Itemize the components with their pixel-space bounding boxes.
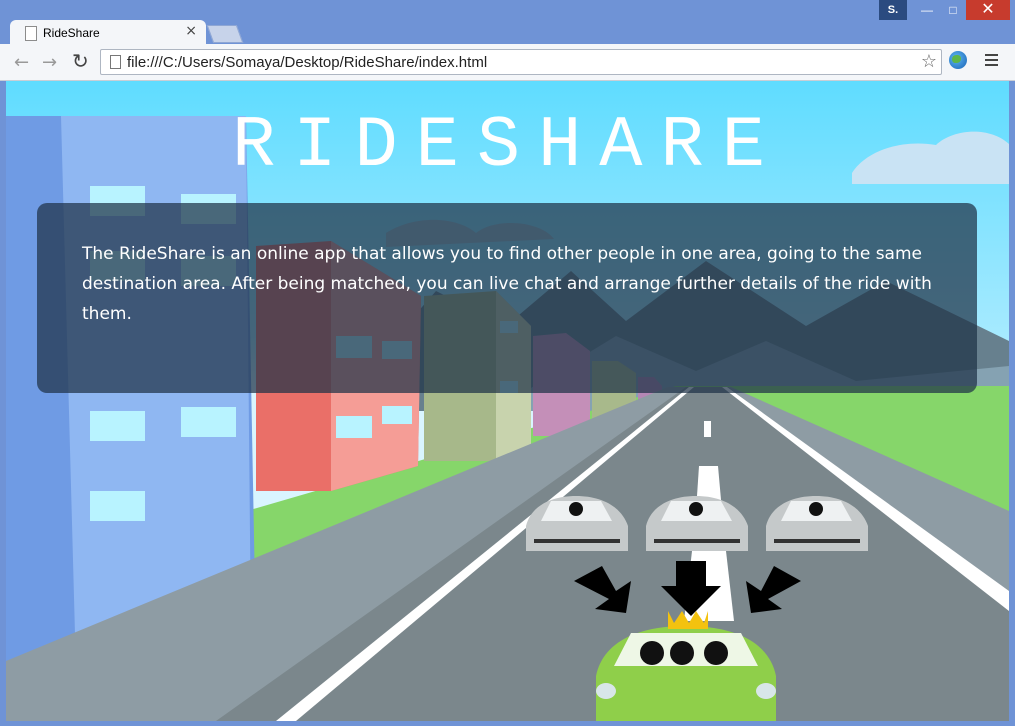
- minimize-icon[interactable]: —: [914, 0, 940, 20]
- building-window: [90, 491, 145, 521]
- building-window: [181, 407, 236, 437]
- building-window: [336, 416, 372, 438]
- star-icon[interactable]: ☆: [921, 51, 937, 72]
- building-window: [90, 411, 145, 441]
- description-text: The RideShare is an online app that allo…: [82, 244, 932, 324]
- description-panel: The RideShare is an online app that allo…: [37, 203, 977, 393]
- address-bar[interactable]: file:///C:/Users/Somaya/Desktop/RideShar…: [100, 49, 942, 75]
- title-bar: RideShare × S. — □ ✕: [0, 0, 1015, 46]
- tab-rideshare[interactable]: RideShare ×: [10, 20, 206, 46]
- back-arrow-icon[interactable]: ←: [14, 52, 29, 73]
- user-badge[interactable]: S.: [879, 0, 907, 20]
- browser-window: RideShare × S. — □ ✕ ← → ↻ file:///C:/Us…: [0, 0, 1015, 726]
- close-tab-icon[interactable]: ×: [185, 23, 197, 39]
- globe-icon[interactable]: [949, 51, 967, 69]
- tab-title: RideShare: [43, 26, 100, 40]
- page-content: RIDESHARE The RideShare is an online app…: [6, 81, 1009, 721]
- hamburger-menu-icon[interactable]: [985, 54, 998, 69]
- document-icon: [25, 26, 37, 41]
- reload-icon[interactable]: ↻: [72, 49, 89, 73]
- new-tab-button[interactable]: [206, 25, 244, 43]
- site-title: RIDESHARE: [232, 105, 783, 187]
- forward-arrow-icon[interactable]: →: [42, 52, 57, 73]
- close-window-icon[interactable]: ✕: [966, 0, 1010, 20]
- building-window: [382, 406, 412, 424]
- document-icon: [110, 55, 121, 69]
- browser-toolbar: ← → ↻ file:///C:/Users/Somaya/Desktop/Ri…: [0, 44, 1015, 81]
- url-text[interactable]: file:///C:/Users/Somaya/Desktop/RideShar…: [127, 54, 487, 71]
- lane-marking: [704, 421, 711, 437]
- maximize-icon[interactable]: □: [940, 0, 966, 20]
